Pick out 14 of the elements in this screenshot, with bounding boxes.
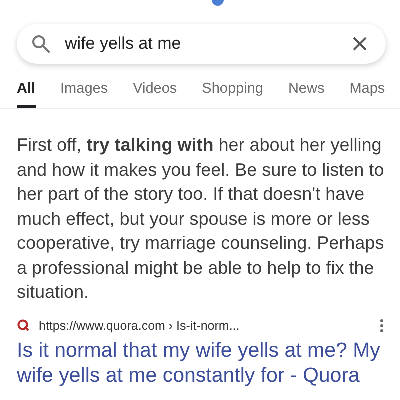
- close-icon[interactable]: [352, 36, 368, 52]
- search-icon: [31, 34, 51, 54]
- more-icon[interactable]: [380, 318, 384, 332]
- result-url: https://www.quora.com › Is-it-norm...: [39, 318, 241, 332]
- answer-snippet: First off, try talking with her about her yelling and how it makes you feel. Be sure to listen to her part of the story too. If that doesn't have much effect, but your spouse is more or less cooperative, try marriage counseling. Perhaps a professional might be able to help to fix the situation.: [17, 134, 385, 304]
- tab[interactable]: Shopping: [202, 81, 264, 108]
- tab[interactable]: Videos: [133, 81, 178, 108]
- quora-icon: [17, 319, 30, 332]
- tab[interactable]: Maps: [350, 81, 386, 108]
- tab[interactable]: Images: [60, 81, 108, 108]
- tab[interactable]: News: [288, 81, 325, 108]
- search-field[interactable]: wife yells at me: [17, 24, 386, 64]
- result-title-link[interactable]: Is it normal that my wife yells at me? My wife yells at me constantly for - Quora: [17, 338, 391, 388]
- logo-fragment-icon: [210, 0, 224, 8]
